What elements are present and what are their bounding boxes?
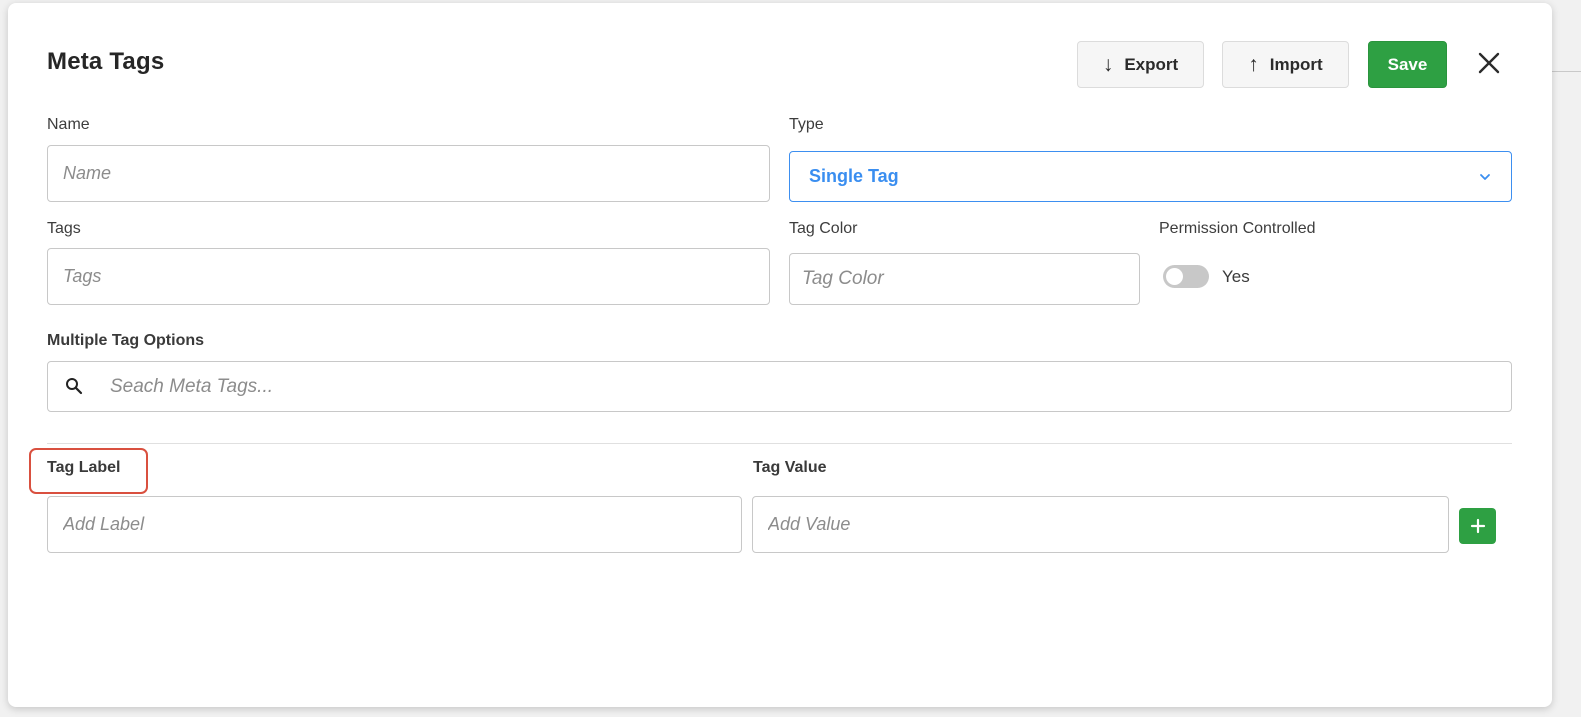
close-icon[interactable] bbox=[1474, 48, 1504, 78]
search-input[interactable] bbox=[96, 363, 1524, 410]
type-label: Type bbox=[789, 116, 824, 133]
tags-input[interactable] bbox=[47, 248, 770, 305]
toggle-knob bbox=[1166, 268, 1183, 285]
import-button-label: Import bbox=[1269, 54, 1323, 74]
tag-label-input[interactable] bbox=[47, 496, 742, 553]
section-divider bbox=[47, 443, 1512, 444]
tags-label: Tags bbox=[47, 220, 81, 237]
chevron-down-icon bbox=[1480, 173, 1490, 180]
name-label: Name bbox=[47, 116, 90, 133]
export-button[interactable]: ↓ Export bbox=[1077, 41, 1204, 88]
type-select[interactable]: Single Tag bbox=[789, 151, 1512, 202]
import-button[interactable]: ↑ Import bbox=[1222, 41, 1349, 88]
permission-toggle-label: Yes bbox=[1222, 267, 1250, 286]
background-divider bbox=[1552, 71, 1581, 72]
modal-title: Meta Tags bbox=[47, 48, 165, 75]
tag-color-input[interactable] bbox=[789, 253, 1140, 305]
export-button-label: Export bbox=[1124, 54, 1179, 74]
tag-value-heading: Tag Value bbox=[753, 459, 827, 476]
add-tag-button[interactable] bbox=[1459, 508, 1496, 544]
permission-controlled-label: Permission Controlled bbox=[1159, 220, 1316, 237]
save-button[interactable]: Save bbox=[1368, 41, 1447, 88]
name-input[interactable] bbox=[47, 145, 770, 202]
search-icon bbox=[66, 378, 83, 395]
plus-icon bbox=[1470, 518, 1485, 534]
tag-label-heading: Tag Label bbox=[47, 459, 121, 476]
meta-tags-modal: Meta Tags ↓ Export ↑ Import Save Name Ty… bbox=[8, 3, 1552, 707]
tag-value-input[interactable] bbox=[752, 496, 1449, 553]
meta-tags-search bbox=[47, 361, 1524, 412]
tag-color-label: Tag Color bbox=[789, 220, 858, 237]
arrow-up-icon: ↑ bbox=[1248, 52, 1259, 76]
permission-toggle[interactable] bbox=[1163, 265, 1209, 288]
multiple-tag-options-label: Multiple Tag Options bbox=[47, 332, 205, 349]
arrow-down-icon: ↓ bbox=[1102, 52, 1114, 76]
type-select-value: Single Tag bbox=[809, 166, 899, 186]
